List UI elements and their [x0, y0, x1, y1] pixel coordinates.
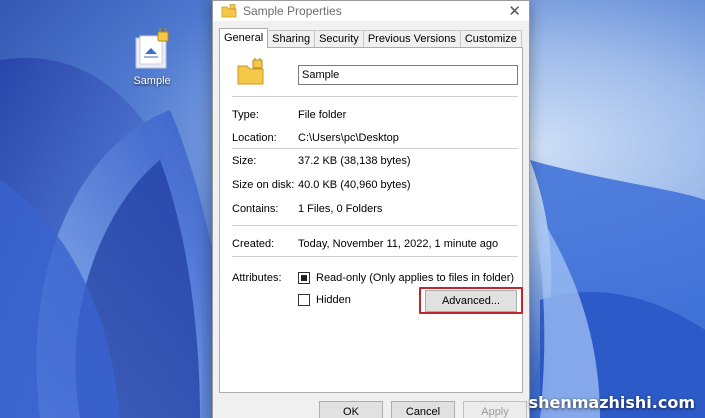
dialog-title: Sample Properties — [243, 4, 342, 18]
divider — [232, 148, 518, 149]
watermark-text: shenmazhishi.com — [528, 393, 695, 412]
close-button[interactable]: ✕ — [508, 2, 521, 20]
size-on-disk-label: Size on disk: — [232, 179, 295, 191]
divider — [232, 225, 518, 226]
apply-button[interactable]: Apply — [463, 401, 527, 418]
desktop-icon-label: Sample — [133, 75, 171, 87]
hidden-label: Hidden — [316, 294, 351, 306]
location-label: Location: — [232, 132, 277, 144]
tab-security[interactable]: Security — [314, 30, 364, 48]
size-on-disk-value: 40.0 KB (40,960 bytes) — [298, 179, 411, 191]
created-label: Created: — [232, 238, 275, 250]
folder-icon — [221, 4, 237, 18]
advanced-button[interactable]: Advanced... — [425, 290, 517, 312]
readonly-label: Read-only (Only applies to files in fold… — [316, 272, 515, 284]
properties-dialog: Sample Properties ✕ General Sharing Secu… — [212, 0, 530, 418]
tab-general[interactable]: General — [219, 28, 269, 48]
contains-value: 1 Files, 0 Folders — [298, 203, 383, 215]
title-bar[interactable]: Sample Properties ✕ — [213, 1, 529, 21]
folder-name-input[interactable]: Sample — [298, 65, 518, 85]
divider — [232, 256, 518, 257]
size-label: Size: — [232, 155, 257, 167]
desktop-icon-sample-folder[interactable]: Sample — [124, 28, 180, 87]
locked-folder-icon — [237, 58, 264, 85]
contains-label: Contains: — [232, 203, 279, 215]
size-value: 37.2 KB (38,138 bytes) — [298, 155, 411, 167]
locked-folder-icon — [135, 28, 169, 69]
readonly-checkbox[interactable] — [298, 272, 310, 284]
type-value: File folder — [298, 109, 347, 121]
attributes-label: Attributes: — [232, 272, 282, 284]
tab-sharing[interactable]: Sharing — [267, 30, 316, 48]
created-value: Today, November 11, 2022, 1 minute ago — [298, 238, 499, 250]
tab-customize[interactable]: Customize — [459, 30, 522, 48]
hidden-checkbox[interactable] — [298, 294, 310, 306]
tab-previous-versions[interactable]: Previous Versions — [362, 30, 461, 48]
divider — [232, 96, 518, 97]
tab-strip: General Sharing Security Previous Versio… — [219, 28, 522, 48]
type-label: Type: — [232, 109, 259, 121]
ok-button[interactable]: OK — [319, 401, 383, 418]
general-panel: Sample Type: File folder Location: C:\Us… — [219, 47, 523, 393]
location-value: C:\Users\pc\Desktop — [298, 132, 399, 144]
cancel-button[interactable]: Cancel — [391, 401, 455, 418]
highlight-box: Advanced... — [419, 287, 523, 314]
